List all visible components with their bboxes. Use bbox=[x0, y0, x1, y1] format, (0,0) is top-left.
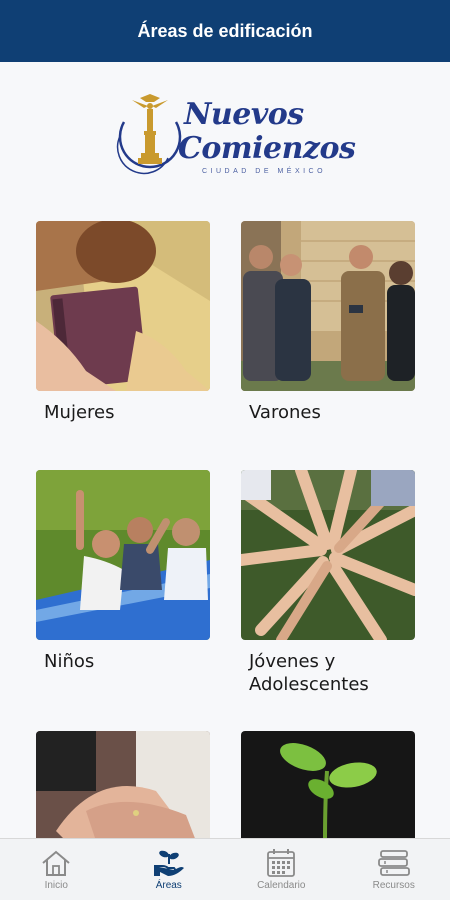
area-card-matrimonios[interactable] bbox=[36, 731, 212, 838]
area-card-jovenes[interactable]: Jóvenes y Adolescentes bbox=[241, 470, 421, 696]
page-title: Áreas de edificación bbox=[137, 20, 313, 41]
tab-label-inicio: Inicio bbox=[44, 880, 68, 891]
books-icon bbox=[377, 848, 411, 878]
areas-scroll-content[interactable]: Nuevos Comienzos CIUDAD DE MÉXICO Mujere… bbox=[0, 62, 450, 838]
home-icon bbox=[39, 848, 73, 878]
tab-label-areas: Áreas bbox=[155, 880, 182, 891]
ninos-photo bbox=[36, 470, 210, 640]
app-header: Áreas de edificación bbox=[0, 0, 450, 62]
couple-hands-photo bbox=[36, 731, 210, 838]
calendar-icon bbox=[264, 848, 298, 878]
jovenes-photo bbox=[241, 470, 415, 640]
tab-inicio[interactable]: Inicio bbox=[0, 839, 113, 900]
tab-label-calendario: Calendario bbox=[257, 880, 306, 891]
logo-line-3: CIUDAD DE MÉXICO bbox=[202, 168, 327, 175]
bottom-tab-bar: Inicio Áreas Calendario Recursos bbox=[0, 838, 450, 900]
logo-line-1: Nuevos bbox=[184, 97, 304, 132]
varones-photo bbox=[241, 221, 415, 391]
area-card-mujeres[interactable]: Mujeres bbox=[36, 221, 212, 424]
area-card-ninos[interactable]: Niños bbox=[36, 470, 212, 673]
area-card-varones[interactable]: Varones bbox=[241, 221, 417, 424]
seedling-photo bbox=[241, 731, 415, 838]
area-label-ninos: Niños bbox=[44, 651, 95, 672]
tab-label-recursos: Recursos bbox=[372, 880, 415, 891]
tab-areas[interactable]: Áreas bbox=[113, 839, 226, 900]
nuevos-comienzos-logo: Nuevos Comienzos CIUDAD DE MÉXICO bbox=[110, 90, 356, 190]
hands-plant-icon bbox=[152, 848, 186, 878]
area-label-mujeres: Mujeres bbox=[44, 402, 115, 423]
tab-recursos[interactable]: Recursos bbox=[338, 839, 450, 900]
area-label-jovenes: Jóvenes y Adolescentes bbox=[249, 651, 369, 695]
mujeres-photo bbox=[36, 221, 210, 391]
tab-calendario[interactable]: Calendario bbox=[225, 839, 338, 900]
logo-line-2: Comienzos bbox=[178, 131, 356, 166]
area-card-crecimiento[interactable] bbox=[241, 731, 417, 838]
area-label-varones: Varones bbox=[249, 402, 321, 423]
